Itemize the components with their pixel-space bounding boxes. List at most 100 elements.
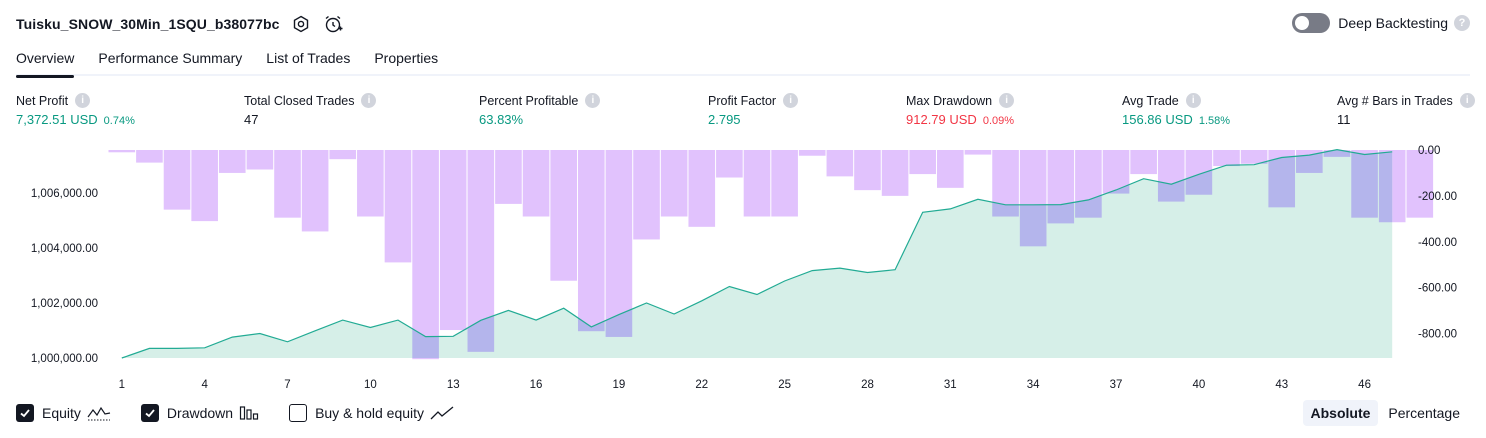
metric-label: Profit Factor (708, 93, 777, 108)
x-axis-tick-label: 7 (284, 379, 290, 391)
metric-value: 912.79 USD (906, 112, 977, 127)
x-axis-tick-label: 40 (1192, 379, 1205, 391)
legend-drawdown[interactable]: Drawdown (140, 404, 259, 422)
drawdown-bars-icon (239, 404, 259, 422)
legend-equity[interactable]: Equity (16, 404, 111, 422)
info-icon[interactable]: i (1185, 93, 1201, 108)
info-icon[interactable]: i (75, 93, 91, 108)
x-axis-tick-label: 28 (861, 379, 874, 391)
x-axis: 1 4 7 10 13 16 19 22 25 28 31 34 37 40 43 46 (119, 379, 1371, 391)
legend-buy-hold-equity[interactable]: Buy & hold equity (289, 404, 454, 422)
x-axis-tick-label: 13 (447, 379, 460, 391)
right-axis-tick-label: -600.00 (1418, 283, 1457, 295)
left-axis-tick-label: 1,004,000.00 (31, 243, 98, 255)
drawdown-bar (577, 150, 605, 332)
x-axis-tick-label: 10 (364, 379, 377, 391)
drawdown-bar (881, 150, 909, 196)
drawdown-bar (909, 150, 937, 175)
metric-avg-trade: Avg Trade i 156.86 USD 1.58% (1122, 93, 1230, 127)
drawdown-bar (716, 150, 743, 178)
drawdown-bar (605, 150, 633, 337)
drawdown-bar (688, 150, 716, 227)
drawdown-bar (937, 150, 964, 188)
drawdown-bar (329, 150, 357, 160)
metric-label: Avg # Bars in Trades (1337, 93, 1453, 108)
percentage-button[interactable]: Percentage (1380, 400, 1468, 426)
drawdown-bar (136, 150, 163, 163)
metric-net-profit: Net Profit i 7,372.51 USD 0.74% (16, 93, 135, 127)
tab-list-of-trades[interactable]: List of Trades (266, 46, 350, 76)
metric-label: Total Closed Trades (244, 93, 355, 108)
metric-label: Avg Trade (1122, 93, 1179, 108)
metric-label: Net Profit (16, 93, 69, 108)
equity-line-icon (87, 404, 111, 422)
x-axis-tick-label: 1 (119, 379, 125, 391)
x-axis-tick-label: 34 (1027, 379, 1040, 391)
drawdown-bar (854, 150, 881, 191)
drawdown-bar (163, 150, 191, 210)
x-axis-tick-label: 37 (1110, 379, 1123, 391)
drawdown-bar (412, 150, 439, 360)
drawdown-bar (826, 150, 854, 177)
drawdown-bar (357, 150, 384, 217)
metric-profit-factor: Profit Factor i 2.795 (708, 93, 799, 127)
metric-avg-bars-in-trades: Avg # Bars in Trades i 11 (1337, 93, 1475, 127)
metric-percent: 0.74% (103, 115, 135, 127)
info-icon[interactable]: i (783, 93, 799, 108)
left-axis: 1,006,000.00 1,004,000.00 1,002,000.00 1,00… (31, 188, 98, 365)
view-mode-toggle: Absolute Percentage (1301, 400, 1469, 426)
tab-properties[interactable]: Properties (374, 46, 438, 76)
drawdown-bar (1213, 150, 1240, 167)
checkbox-checked[interactable] (140, 404, 159, 422)
metric-label: Max Drawdown (906, 93, 993, 108)
tab-performance-summary[interactable]: Performance Summary (98, 46, 242, 76)
metric-max-drawdown: Max Drawdown i 912.79 USD 0.09% (906, 93, 1015, 127)
info-icon[interactable]: i (999, 93, 1015, 108)
metric-value: 2.795 (708, 112, 741, 127)
absolute-button[interactable]: Absolute (1302, 400, 1379, 426)
drawdown-bar (964, 150, 992, 155)
info-icon[interactable]: i (585, 93, 601, 108)
x-axis-tick-label: 31 (944, 379, 957, 391)
deep-backtesting-toggle[interactable] (1292, 13, 1331, 33)
metric-percent: 1.58% (1198, 115, 1231, 127)
drawdown-bar (218, 150, 246, 173)
x-axis-tick-label: 43 (1275, 379, 1288, 391)
x-axis-tick-label: 19 (613, 379, 626, 391)
tab-overview[interactable]: Overview (16, 46, 75, 78)
metrics-row: Net Profit i 7,372.51 USD 0.74% Total Clos… (0, 93, 1486, 133)
help-icon[interactable]: ? (1454, 15, 1470, 31)
drawdown-bar (274, 150, 301, 218)
legend-label: Equity (42, 405, 81, 421)
info-icon[interactable]: i (361, 93, 377, 108)
right-axis-tick-label: 0.00 (1418, 145, 1440, 157)
deep-backtesting: Deep Backtesting ? (1292, 13, 1470, 33)
checkbox-checked[interactable] (16, 404, 34, 422)
checkbox-unchecked[interactable] (289, 404, 308, 422)
chart-legend: Equity Drawdown Buy & hold equity (16, 404, 484, 422)
drawdown-overlap-bar (1351, 150, 1378, 218)
add-alert-icon[interactable] (322, 13, 344, 35)
info-icon[interactable]: i (1459, 93, 1475, 108)
x-axis-tick-label: 25 (778, 379, 791, 391)
settings-icon[interactable] (290, 13, 312, 35)
drawdown-bar (798, 150, 826, 156)
drawdown-bar (743, 150, 771, 217)
strategy-title: Tuisku_SNOW_30Min_1SQU_b38077bc (16, 16, 280, 32)
metric-value: 7,372.51 USD (16, 112, 98, 127)
x-axis-tick-label: 16 (530, 379, 543, 391)
metric-value: 63.83% (479, 112, 524, 127)
metric-percent-profitable: Percent Profitable i 63.83% (479, 93, 601, 127)
right-axis-tick-label: -200.00 (1418, 191, 1457, 203)
buy-hold-line-icon (430, 404, 454, 422)
drawdown-bar (246, 150, 274, 170)
deep-backtesting-label: Deep Backtesting (1338, 15, 1448, 31)
drawdown-bar (522, 150, 550, 217)
drawdown-bar (384, 150, 412, 263)
drawdown-bar (108, 150, 136, 153)
x-axis-tick-label: 4 (201, 379, 208, 391)
metric-total-closed-trades: Total Closed Trades i 47 (244, 93, 377, 127)
metric-label: Percent Profitable (479, 93, 579, 108)
drawdown-bar (633, 150, 660, 240)
equity-drawdown-chart[interactable]: 1,006,000.00 1,004,000.00 1,002,000.00 1,00… (0, 140, 1486, 395)
